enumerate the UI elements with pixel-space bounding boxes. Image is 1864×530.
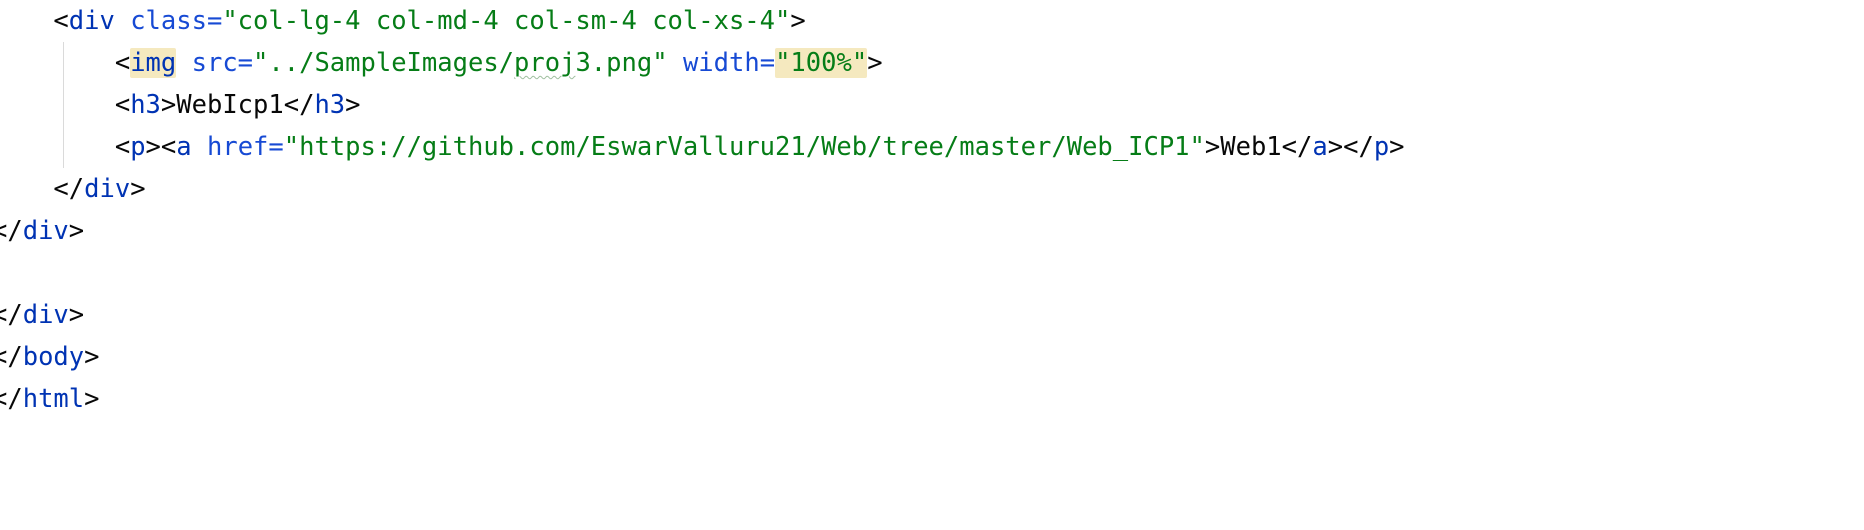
tag-close-bracket: > bbox=[345, 90, 361, 120]
attr-src: src= bbox=[191, 48, 254, 78]
code-line-6[interactable]: </div> bbox=[0, 210, 84, 252]
code-line-10[interactable]: </html> bbox=[0, 378, 100, 420]
code-line-8[interactable]: </div> bbox=[0, 294, 84, 336]
attr-width: width= bbox=[682, 48, 776, 78]
typo-warning-word: proj bbox=[514, 48, 576, 78]
tag-open-bracket: < bbox=[114, 132, 131, 162]
tag-close-bracket: > bbox=[1204, 132, 1221, 162]
tag-name-div: div bbox=[84, 174, 131, 204]
tag-brackets: >< bbox=[145, 132, 177, 162]
attr-value-src-end: 3.png" bbox=[575, 48, 668, 78]
tag-brackets: ></ bbox=[1327, 132, 1374, 162]
tag-name-html: html bbox=[22, 384, 85, 414]
tag-name-div: div bbox=[22, 216, 69, 246]
tag-name-div: div bbox=[22, 300, 69, 330]
attr-value-src: "../SampleImages/ bbox=[253, 48, 515, 78]
closing-tag-open: </ bbox=[1281, 132, 1313, 162]
tag-open-bracket: < bbox=[114, 90, 131, 120]
tag-open-bracket: < bbox=[53, 6, 69, 36]
code-line-2[interactable]: <img src="../SampleImages/proj3.png" wid… bbox=[0, 42, 883, 84]
tag-close-bracket: > bbox=[130, 174, 146, 204]
code-editor[interactable]: <div class="col-lg-4 col-md-4 col-sm-4 c… bbox=[0, 0, 1864, 530]
attr-value-width-highlighted: "100%" bbox=[775, 48, 868, 78]
code-line-5[interactable]: </div> bbox=[0, 168, 146, 210]
code-line-4[interactable]: <p><a href="https://github.com/EswarVall… bbox=[0, 126, 1405, 168]
tag-close-bracket: > bbox=[790, 6, 806, 36]
tag-name-p: p bbox=[1373, 132, 1390, 162]
closing-tag-open: </ bbox=[0, 384, 23, 414]
attr-href: href= bbox=[206, 132, 284, 162]
tag-name-div: div bbox=[68, 6, 115, 36]
closing-tag-open: </ bbox=[0, 342, 23, 372]
tag-open-bracket: < bbox=[114, 48, 131, 78]
tag-close-bracket: > bbox=[84, 384, 100, 414]
closing-tag-open: </ bbox=[0, 216, 23, 246]
text-content: Web1 bbox=[1220, 132, 1282, 162]
tag-name-a: a bbox=[1312, 132, 1328, 162]
code-line-9[interactable]: </body> bbox=[0, 336, 100, 378]
tag-close-bracket: > bbox=[867, 48, 883, 78]
tag-close-bracket: > bbox=[1389, 132, 1405, 162]
code-line-3[interactable]: <h3>WebIcp1</h3> bbox=[0, 84, 361, 126]
code-line-1[interactable]: <div class="col-lg-4 col-md-4 col-sm-4 c… bbox=[0, 0, 806, 42]
closing-tag-open: </ bbox=[53, 174, 85, 204]
attr-class: class= bbox=[130, 6, 223, 36]
text-content: WebIcp1 bbox=[176, 90, 284, 120]
tag-name-p: p bbox=[130, 132, 146, 162]
tag-name-h3: h3 bbox=[130, 90, 161, 120]
tag-close-bracket: > bbox=[68, 216, 85, 246]
attr-value-href: "https://github.com/EswarValluru21/Web/t… bbox=[283, 132, 1205, 162]
tag-name-a: a bbox=[176, 132, 192, 162]
tag-name-body: body bbox=[22, 342, 85, 372]
closing-tag-open: </ bbox=[283, 90, 315, 120]
tag-name-img-highlighted: img bbox=[130, 48, 177, 78]
tag-name-h3: h3 bbox=[314, 90, 346, 120]
tag-close-bracket: > bbox=[160, 90, 177, 120]
tag-close-bracket: > bbox=[84, 342, 100, 372]
tag-close-bracket: > bbox=[68, 300, 85, 330]
attr-value-class: "col-lg-4 col-md-4 col-sm-4 col-xs-4" bbox=[222, 6, 791, 36]
closing-tag-open: </ bbox=[0, 300, 23, 330]
